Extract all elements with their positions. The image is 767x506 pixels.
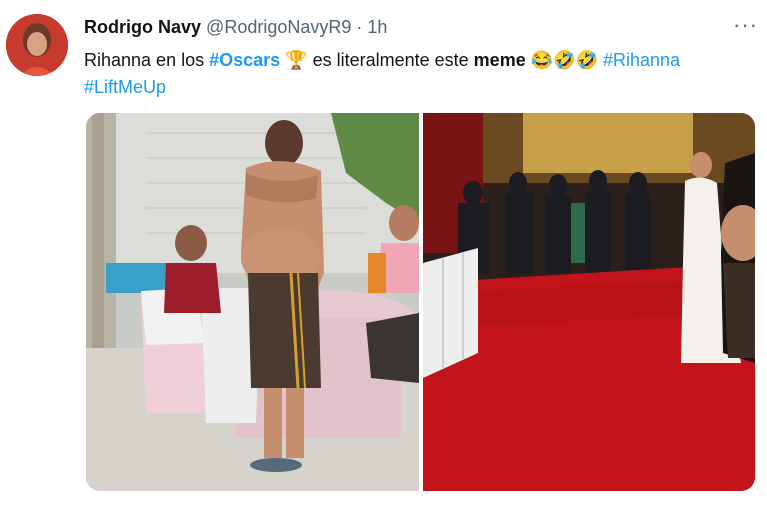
- right-red-carpet-image[interactable]: [423, 113, 755, 491]
- meme-word: meme: [473, 50, 526, 70]
- text-part-1: Rihanna en los: [84, 50, 210, 70]
- trophy-emoji: 🏆: [285, 50, 308, 70]
- media-grid: [86, 113, 755, 491]
- tweet-text: Rihanna en los #Oscars 🏆 es literalmente…: [84, 47, 754, 101]
- text-part-2: es literalmente este: [307, 50, 474, 70]
- display-name[interactable]: Rodrigo Navy: [84, 17, 201, 37]
- left-meme-image[interactable]: [86, 113, 419, 491]
- hashtag-oscars[interactable]: #Oscars: [209, 50, 280, 70]
- tweet-card[interactable]: Rodrigo Navy @RodrigoNavyR9 · 1h ··· Rih…: [0, 0, 767, 506]
- laughing-emojis: 😂🤣🤣: [530, 50, 598, 70]
- dot-separator: ·: [356, 17, 363, 37]
- hashtag-liftmeup[interactable]: #LiftMeUp: [84, 77, 166, 97]
- more-options-icon[interactable]: ···: [733, 12, 758, 38]
- tweet-header: Rodrigo Navy @RodrigoNavyR9 · 1h: [84, 17, 387, 38]
- user-handle[interactable]: @RodrigoNavyR9: [206, 17, 351, 37]
- timestamp[interactable]: 1h: [367, 17, 387, 37]
- avatar[interactable]: [6, 14, 68, 76]
- hashtag-rihanna[interactable]: #Rihanna: [603, 50, 680, 70]
